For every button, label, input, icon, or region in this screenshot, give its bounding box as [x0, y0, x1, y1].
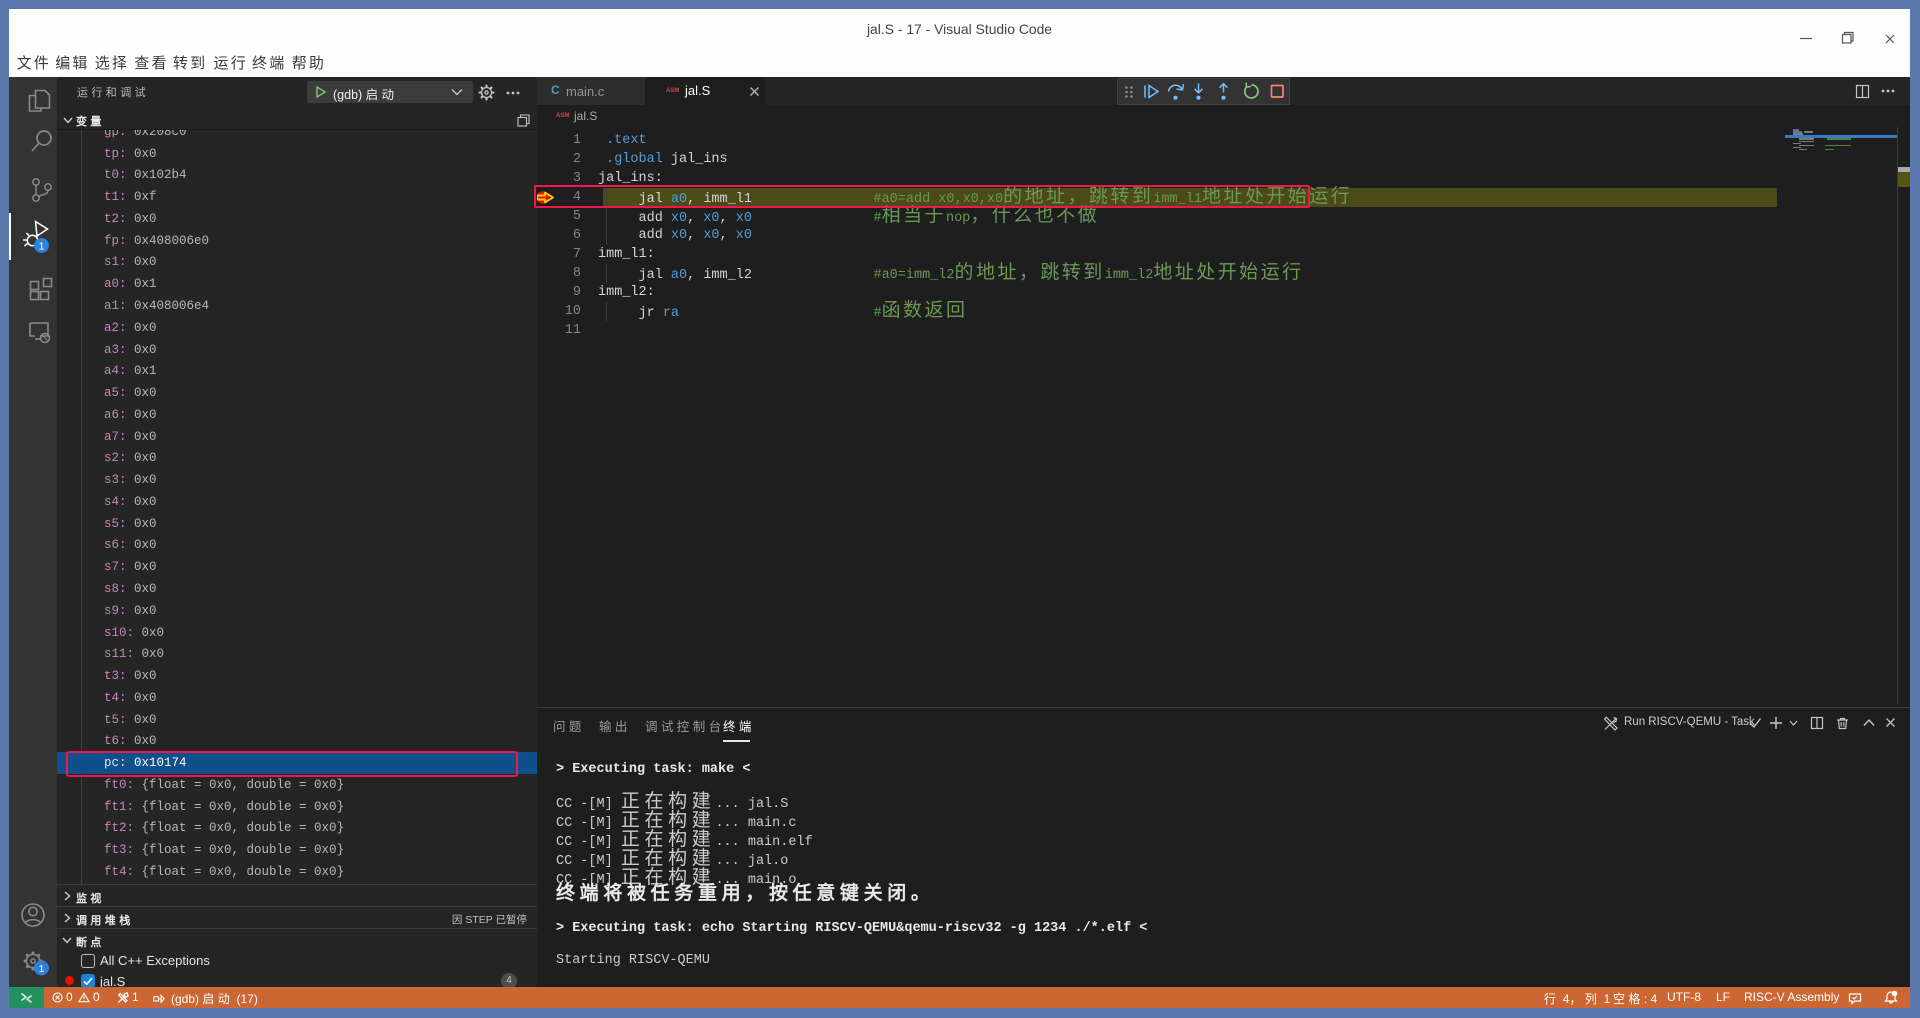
svg-text:1: 1 — [39, 241, 45, 253]
svg-text:1: 1 — [39, 963, 45, 975]
